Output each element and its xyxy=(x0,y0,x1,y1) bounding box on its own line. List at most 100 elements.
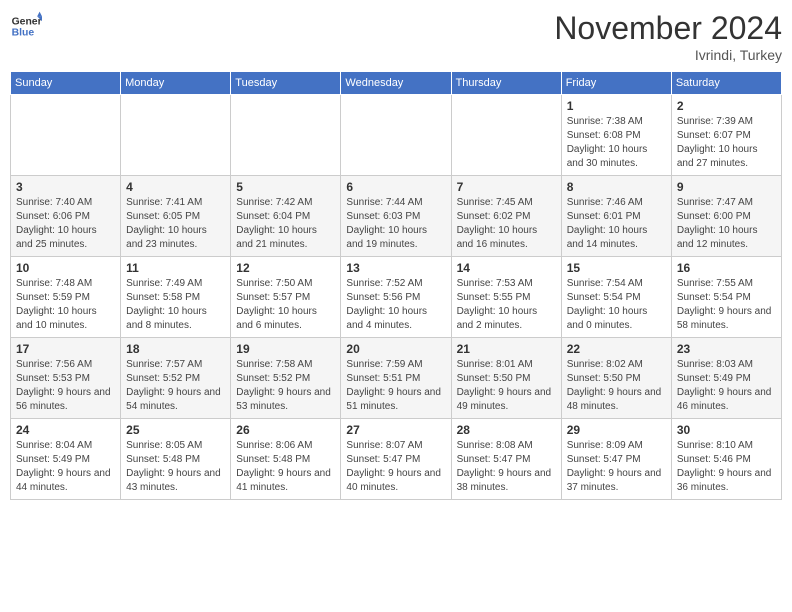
day-number: 22 xyxy=(567,342,666,356)
day-info: Sunrise: 7:45 AM Sunset: 6:02 PM Dayligh… xyxy=(457,196,556,252)
svg-text:Blue: Blue xyxy=(12,28,35,39)
day-number: 29 xyxy=(567,423,666,437)
day-info: Sunrise: 8:09 AM Sunset: 5:47 PM Dayligh… xyxy=(567,439,666,495)
day-number: 18 xyxy=(126,342,225,356)
weekday-header: Sunday xyxy=(11,72,121,95)
month-title: November 2024 xyxy=(554,10,782,47)
day-number: 23 xyxy=(677,342,776,356)
calendar-week-row: 17Sunrise: 7:56 AM Sunset: 5:53 PM Dayli… xyxy=(11,338,782,419)
day-info: Sunrise: 7:40 AM Sunset: 6:06 PM Dayligh… xyxy=(16,196,115,252)
weekday-header: Saturday xyxy=(671,72,781,95)
day-number: 17 xyxy=(16,342,115,356)
calendar-cell: 23 Sunrise: 8:03 AM Sunset: 5:49 PM Dayli… xyxy=(671,338,781,419)
calendar-cell xyxy=(121,95,231,176)
day-number: 16 xyxy=(677,261,776,275)
day-number: 9 xyxy=(677,180,776,194)
day-info: Sunrise: 7:59 AM Sunset: 5:51 PM Dayligh… xyxy=(346,358,445,414)
calendar-week-row: 24 Sunrise: 8:04 AM Sunset: 5:49 PM Dayli… xyxy=(11,419,782,500)
day-number: 2 xyxy=(677,99,776,113)
calendar-cell: 28 Sunrise: 8:08 AM Sunset: 5:47 PM Dayli… xyxy=(451,419,561,500)
calendar-cell: 13Sunrise: 7:52 AM Sunset: 5:56 PM Dayli… xyxy=(341,257,451,338)
calendar-cell: 18 Sunrise: 7:57 AM Sunset: 5:52 PM Dayli… xyxy=(121,338,231,419)
day-info: Sunrise: 7:52 AM Sunset: 5:56 PM Dayligh… xyxy=(346,277,445,333)
calendar-cell: 7 Sunrise: 7:45 AM Sunset: 6:02 PM Daylig… xyxy=(451,176,561,257)
calendar-table: SundayMondayTuesdayWednesdayThursdayFrid… xyxy=(10,71,782,500)
day-number: 15 xyxy=(567,261,666,275)
day-number: 12 xyxy=(236,261,335,275)
day-number: 6 xyxy=(346,180,445,194)
day-number: 1 xyxy=(567,99,666,113)
day-number: 4 xyxy=(126,180,225,194)
calendar-cell xyxy=(231,95,341,176)
weekday-header: Monday xyxy=(121,72,231,95)
calendar-cell: 10 Sunrise: 7:48 AM Sunset: 5:59 PM Dayli… xyxy=(11,257,121,338)
day-info: Sunrise: 7:46 AM Sunset: 6:01 PM Dayligh… xyxy=(567,196,666,252)
day-info: Sunrise: 8:07 AM Sunset: 5:47 PM Dayligh… xyxy=(346,439,445,495)
calendar-cell xyxy=(11,95,121,176)
logo: General Blue xyxy=(10,10,42,42)
calendar-week-row: 3 Sunrise: 7:40 AM Sunset: 6:06 PM Daylig… xyxy=(11,176,782,257)
day-number: 7 xyxy=(457,180,556,194)
calendar-cell: 14Sunrise: 7:53 AM Sunset: 5:55 PM Dayli… xyxy=(451,257,561,338)
day-number: 3 xyxy=(16,180,115,194)
calendar-cell: 6 Sunrise: 7:44 AM Sunset: 6:03 PM Daylig… xyxy=(341,176,451,257)
calendar-cell: 3 Sunrise: 7:40 AM Sunset: 6:06 PM Daylig… xyxy=(11,176,121,257)
day-number: 21 xyxy=(457,342,556,356)
calendar-cell: 9 Sunrise: 7:47 AM Sunset: 6:00 PM Daylig… xyxy=(671,176,781,257)
day-info: Sunrise: 8:05 AM Sunset: 5:48 PM Dayligh… xyxy=(126,439,225,495)
title-block: November 2024 Ivrindi, Turkey xyxy=(554,10,782,63)
weekday-header: Tuesday xyxy=(231,72,341,95)
svg-text:General: General xyxy=(12,16,42,27)
calendar-week-row: 1 Sunrise: 7:38 AM Sunset: 6:08 PM Daylig… xyxy=(11,95,782,176)
calendar-cell: 25 Sunrise: 8:05 AM Sunset: 5:48 PM Dayli… xyxy=(121,419,231,500)
day-number: 19 xyxy=(236,342,335,356)
logo-icon: General Blue xyxy=(10,10,42,42)
calendar-cell: 12Sunrise: 7:50 AM Sunset: 5:57 PM Dayli… xyxy=(231,257,341,338)
calendar-cell xyxy=(451,95,561,176)
day-info: Sunrise: 8:04 AM Sunset: 5:49 PM Dayligh… xyxy=(16,439,115,495)
day-info: Sunrise: 7:42 AM Sunset: 6:04 PM Dayligh… xyxy=(236,196,335,252)
page-header: General Blue November 2024 Ivrindi, Turk… xyxy=(10,10,782,63)
calendar-cell xyxy=(341,95,451,176)
calendar-cell: 19Sunrise: 7:58 AM Sunset: 5:52 PM Dayli… xyxy=(231,338,341,419)
calendar-cell: 22Sunrise: 8:02 AM Sunset: 5:50 PM Dayli… xyxy=(561,338,671,419)
day-info: Sunrise: 7:47 AM Sunset: 6:00 PM Dayligh… xyxy=(677,196,776,252)
calendar-cell: 21Sunrise: 8:01 AM Sunset: 5:50 PM Dayli… xyxy=(451,338,561,419)
day-number: 28 xyxy=(457,423,556,437)
day-number: 24 xyxy=(16,423,115,437)
calendar-cell: 30 Sunrise: 8:10 AM Sunset: 5:46 PM Dayli… xyxy=(671,419,781,500)
calendar-cell: 4 Sunrise: 7:41 AM Sunset: 6:05 PM Daylig… xyxy=(121,176,231,257)
day-info: Sunrise: 7:48 AM Sunset: 5:59 PM Dayligh… xyxy=(16,277,115,333)
day-info: Sunrise: 8:08 AM Sunset: 5:47 PM Dayligh… xyxy=(457,439,556,495)
calendar-cell: 5Sunrise: 7:42 AM Sunset: 6:04 PM Daylig… xyxy=(231,176,341,257)
day-info: Sunrise: 7:39 AM Sunset: 6:07 PM Dayligh… xyxy=(677,115,776,171)
day-info: Sunrise: 7:53 AM Sunset: 5:55 PM Dayligh… xyxy=(457,277,556,333)
calendar-cell: 15Sunrise: 7:54 AM Sunset: 5:54 PM Dayli… xyxy=(561,257,671,338)
calendar-cell: 8 Sunrise: 7:46 AM Sunset: 6:01 PM Daylig… xyxy=(561,176,671,257)
calendar-cell: 17Sunrise: 7:56 AM Sunset: 5:53 PM Dayli… xyxy=(11,338,121,419)
day-number: 27 xyxy=(346,423,445,437)
calendar-week-row: 10 Sunrise: 7:48 AM Sunset: 5:59 PM Dayli… xyxy=(11,257,782,338)
calendar-cell: 1 Sunrise: 7:38 AM Sunset: 6:08 PM Daylig… xyxy=(561,95,671,176)
calendar-cell: 27 Sunrise: 8:07 AM Sunset: 5:47 PM Dayli… xyxy=(341,419,451,500)
day-number: 10 xyxy=(16,261,115,275)
day-number: 30 xyxy=(677,423,776,437)
day-info: Sunrise: 7:44 AM Sunset: 6:03 PM Dayligh… xyxy=(346,196,445,252)
calendar-cell: 20Sunrise: 7:59 AM Sunset: 5:51 PM Dayli… xyxy=(341,338,451,419)
weekday-header: Thursday xyxy=(451,72,561,95)
day-number: 8 xyxy=(567,180,666,194)
day-info: Sunrise: 7:57 AM Sunset: 5:52 PM Dayligh… xyxy=(126,358,225,414)
day-number: 25 xyxy=(126,423,225,437)
day-info: Sunrise: 8:03 AM Sunset: 5:49 PM Dayligh… xyxy=(677,358,776,414)
weekday-header: Friday xyxy=(561,72,671,95)
day-info: Sunrise: 7:49 AM Sunset: 5:58 PM Dayligh… xyxy=(126,277,225,333)
weekday-header: Wednesday xyxy=(341,72,451,95)
calendar-cell: 16Sunrise: 7:55 AM Sunset: 5:54 PM Dayli… xyxy=(671,257,781,338)
calendar-cell: 26Sunrise: 8:06 AM Sunset: 5:48 PM Dayli… xyxy=(231,419,341,500)
calendar-cell: 29 Sunrise: 8:09 AM Sunset: 5:47 PM Dayli… xyxy=(561,419,671,500)
day-info: Sunrise: 7:38 AM Sunset: 6:08 PM Dayligh… xyxy=(567,115,666,171)
day-info: Sunrise: 7:41 AM Sunset: 6:05 PM Dayligh… xyxy=(126,196,225,252)
day-info: Sunrise: 8:10 AM Sunset: 5:46 PM Dayligh… xyxy=(677,439,776,495)
calendar-header-row: SundayMondayTuesdayWednesdayThursdayFrid… xyxy=(11,72,782,95)
calendar-cell: 2 Sunrise: 7:39 AM Sunset: 6:07 PM Daylig… xyxy=(671,95,781,176)
